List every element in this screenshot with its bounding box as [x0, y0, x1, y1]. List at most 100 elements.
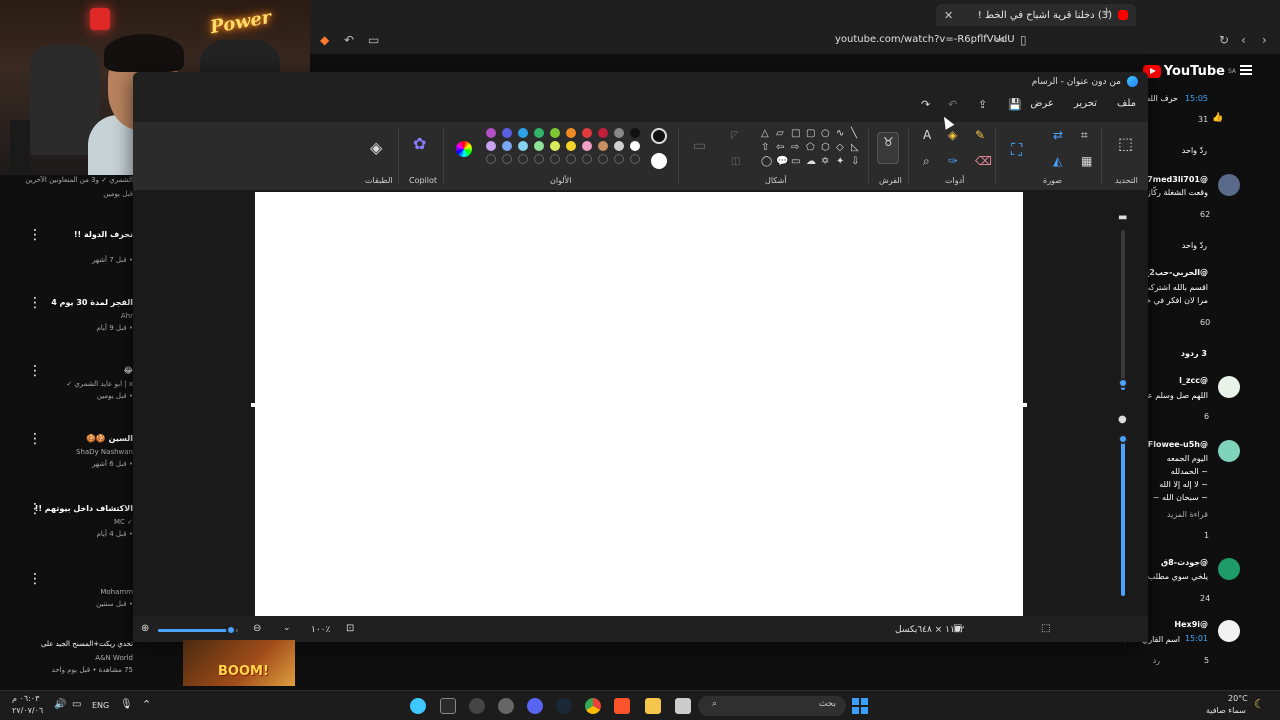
comment-author[interactable]: @Hex9i: [1174, 620, 1208, 629]
color-swatch[interactable]: [550, 128, 560, 138]
zoom-slider-thumb[interactable]: [226, 625, 236, 635]
custom-color-slot[interactable]: [614, 154, 624, 164]
replies-toggle[interactable]: ردّ واحد: [1182, 241, 1207, 250]
color-swatch[interactable]: [630, 141, 640, 151]
color-swatch[interactable]: [486, 141, 496, 151]
custom-color-slot[interactable]: [518, 154, 528, 164]
close-tab-icon[interactable]: ✕: [944, 9, 953, 22]
color-swatch[interactable]: [502, 141, 512, 151]
copilot-icon[interactable]: ✿: [413, 134, 426, 153]
callout-rect-shape-icon[interactable]: ▭: [791, 156, 800, 167]
color-swatch[interactable]: [534, 128, 544, 138]
back-icon[interactable]: ‹: [1241, 33, 1246, 47]
triangle-shape-icon[interactable]: △: [761, 128, 769, 139]
diamond-shape-icon[interactable]: ◇: [836, 142, 844, 153]
resize-handle[interactable]: [1023, 403, 1027, 407]
share-icon[interactable]: ⇪: [978, 98, 987, 111]
layers-icon[interactable]: ◈: [370, 138, 382, 157]
color-swatch[interactable]: [598, 128, 608, 138]
custom-color-slot[interactable]: [582, 154, 592, 164]
color-swatch[interactable]: [614, 141, 624, 151]
comment-author[interactable]: @l_zcc: [1179, 376, 1208, 385]
replies-toggle[interactable]: ردّ واحد: [1182, 146, 1207, 155]
arrow-left-shape-icon[interactable]: ⇦: [776, 142, 784, 153]
star4-shape-icon[interactable]: ✦: [836, 156, 844, 167]
comment-author[interactable]: @جودت-8ق: [1161, 558, 1208, 567]
resize-handle[interactable]: [251, 403, 255, 407]
menu-view[interactable]: عرض: [1030, 98, 1054, 109]
curve-shape-icon[interactable]: ∿: [836, 128, 844, 139]
outline-icon[interactable]: ◸: [731, 130, 739, 141]
arrow-up-shape-icon[interactable]: ⇧: [761, 142, 769, 153]
color-swatch[interactable]: [582, 141, 592, 151]
brave-shield-icon[interactable]: ◆: [320, 33, 329, 47]
color-swatch[interactable]: [614, 128, 624, 138]
list-item[interactable]: ⋮ Mohamm • قبل سنتين: [0, 572, 135, 634]
rounded-rect-shape-icon[interactable]: ▢: [806, 128, 815, 139]
avatar[interactable]: [1218, 558, 1240, 580]
language-indicator[interactable]: ENG: [92, 701, 109, 710]
color-picker-icon[interactable]: ✑: [948, 154, 958, 168]
save-icon[interactable]: 💾: [1008, 98, 1022, 111]
redo-icon[interactable]: ↷: [921, 98, 930, 111]
color-swatch[interactable]: [550, 141, 560, 151]
callout-oval-shape-icon[interactable]: 💬: [776, 156, 788, 167]
obs-taskbar-icon[interactable]: [469, 698, 485, 714]
image-remove-bg-icon[interactable]: ⛶: [1011, 140, 1022, 160]
weather-temp[interactable]: 20°C: [1228, 694, 1248, 703]
avatar[interactable]: [1218, 376, 1240, 398]
paint-taskbar-icon[interactable]: [410, 698, 426, 714]
magnifier-icon[interactable]: ⌕: [923, 154, 930, 169]
custom-color-slot[interactable]: [566, 154, 576, 164]
undo-icon[interactable]: ↶: [948, 98, 957, 111]
custom-color-slot[interactable]: [550, 154, 560, 164]
avatar[interactable]: [1218, 269, 1240, 291]
hexagon-shape-icon[interactable]: ⬡: [821, 142, 830, 153]
forward-icon[interactable]: ›: [1262, 33, 1267, 47]
custom-color-slot[interactable]: [486, 154, 496, 164]
reply-button[interactable]: رد: [1153, 656, 1160, 665]
settings-taskbar-icon[interactable]: [498, 698, 514, 714]
flip-icon[interactable]: ◭: [1053, 154, 1062, 168]
comment-author[interactable]: @A7med3li701: [1141, 175, 1208, 184]
list-item[interactable]: الشمري ✓ و3 من المتعاونين الآخرين قبل يو…: [0, 176, 135, 236]
new-tab-icon[interactable]: +: [1101, 5, 1112, 20]
edit-colors-icon[interactable]: [456, 141, 472, 157]
text-icon[interactable]: A: [923, 128, 931, 142]
network-icon[interactable]: ▭: [72, 699, 81, 710]
menu-file[interactable]: ملف: [1117, 98, 1136, 109]
selection-icon[interactable]: ⬚: [1118, 134, 1133, 153]
speaker-icon[interactable]: 🔊: [54, 699, 66, 710]
video-thumbnail[interactable]: [183, 640, 295, 686]
comment-timestamp-link[interactable]: 15:01: [1185, 634, 1208, 643]
right-triangle-shape-icon[interactable]: ◺: [851, 142, 859, 153]
zoom-dropdown-icon[interactable]: ⌄: [283, 623, 291, 633]
url-field[interactable]: youtube.com/watch?v=-R6pflfVUdU: [835, 34, 1015, 45]
zoom-out-icon[interactable]: ⊖: [253, 623, 261, 634]
color-swatch[interactable]: [518, 128, 528, 138]
chrome-taskbar-icon[interactable]: [585, 698, 601, 714]
clock-time[interactable]: ٠٦:٠٣ م: [12, 694, 39, 703]
crop-icon[interactable]: ⌗: [1081, 128, 1088, 143]
avatar[interactable]: [1218, 440, 1240, 462]
share-icon[interactable]: ↶: [344, 33, 354, 47]
comment-author[interactable]: @Flowee-u5h: [1148, 440, 1208, 449]
list-item[interactable]: ⋮ 😂 x | ابو عايد الشمري ✓ • قبل يومين: [0, 364, 135, 426]
custom-color-slot[interactable]: [502, 154, 512, 164]
shape-style-icon[interactable]: ▭: [693, 138, 706, 154]
list-item[interactable]: ⋮ نحرف الدولة !! • قبل 7 أشهر: [0, 228, 135, 290]
notepad-taskbar-icon[interactable]: [675, 698, 691, 714]
color-swatch[interactable]: [630, 128, 640, 138]
brushes-button[interactable]: ♉: [877, 132, 899, 164]
custom-color-slot[interactable]: [630, 154, 640, 164]
menu-edit[interactable]: تحرير: [1074, 98, 1097, 109]
comment-author[interactable]: @الحربي-حب2ح: [1144, 268, 1208, 277]
avatar[interactable]: [1218, 620, 1240, 642]
rotate-icon[interactable]: ▦: [1081, 154, 1092, 168]
more-options-icon[interactable]: ⋮: [28, 432, 42, 446]
read-more-link[interactable]: قراءة المزيد: [1167, 510, 1208, 519]
tray-expand-icon[interactable]: ⌃: [142, 698, 151, 711]
polygon-shape-icon[interactable]: ◯: [761, 156, 772, 167]
color-swatch[interactable]: [534, 141, 544, 151]
color-swatch[interactable]: [582, 128, 592, 138]
